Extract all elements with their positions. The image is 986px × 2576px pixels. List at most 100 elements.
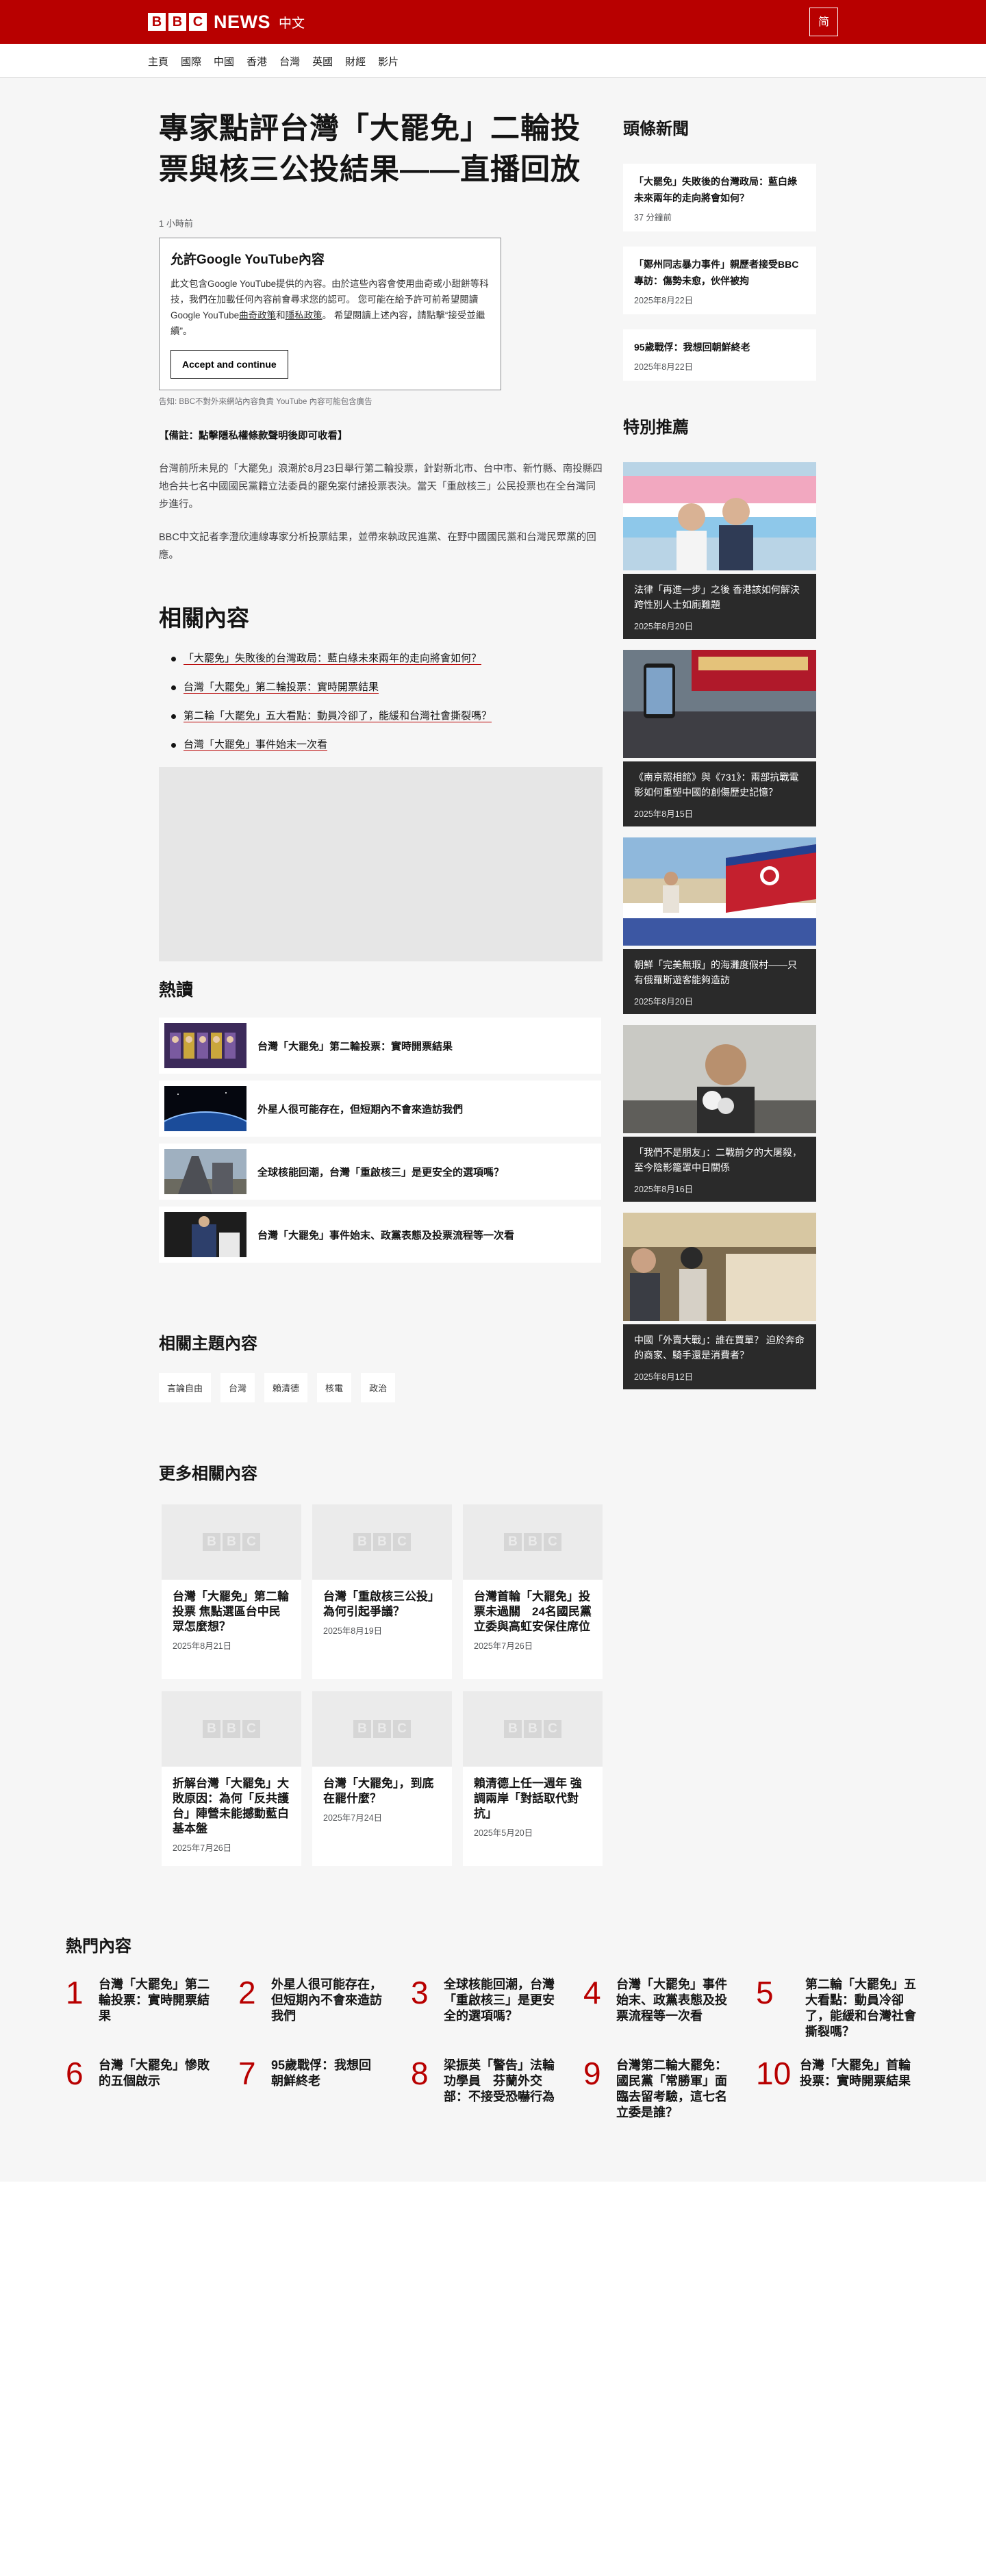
hot-thumb-voting — [164, 1212, 246, 1257]
featured-image-cinema — [623, 650, 816, 758]
nav-item-uk[interactable]: 英國 — [312, 54, 333, 68]
hot-item-2[interactable]: 外星人很可能存在，但短期內不會來造訪我們 — [159, 1081, 601, 1137]
most-read-section: 熱門內容 1 台灣「大罷免」第二輪投票：實時開票結果 2 外星人很可能存在，但短期內… — [66, 1932, 920, 2121]
top-story-title: 95歲戰俘：我想回朝鮮終老 — [634, 342, 750, 353]
card-date: 2025年7月26日 — [173, 1843, 232, 1853]
related-link-3[interactable]: 第二輪「大罷免」五大看點：動員冷卻了，能緩和台灣社會撕裂嗎？ — [184, 710, 492, 722]
featured-date: 2025年8月16日 — [634, 1185, 694, 1194]
card-date: 2025年7月26日 — [474, 1641, 533, 1651]
top-stories-title: 頭條新聞 — [623, 120, 689, 138]
most-read-rank: 7 — [238, 2056, 256, 2091]
article-paragraph-1: 台灣前所未見的「大罷免」浪潮於8月23日舉行第二輪投票，針對新北市、台中市、新竹… — [159, 464, 603, 510]
most-read-rank: 10 — [756, 2056, 792, 2091]
featured-item-1[interactable]: 法律「再進一步」之後 香港該如何解決跨性別人士如廁難題 2025年8月20日 — [623, 462, 816, 639]
hot-thumb-ballots — [164, 1023, 246, 1068]
article-note: 【備註：點擊隱私權條款聲明後即可收看】 — [159, 431, 348, 442]
most-read-item-4[interactable]: 4 台灣「大罷免」事件始末、政黨表態及投票流程等一次看 — [583, 1977, 756, 2040]
featured-title: 特別推薦 — [623, 418, 689, 437]
cookie-policy-link[interactable]: 曲奇政策 — [239, 310, 276, 320]
most-read-item-8[interactable]: 8 梁振英「警告」法輪功學員 芬蘭外交部：不接受恐嚇行為 — [411, 2058, 583, 2121]
related-content-title: 相關內容 — [159, 605, 249, 631]
card-date: 2025年7月24日 — [323, 1813, 383, 1823]
featured-item-3[interactable]: 朝鮮「完美無瑕」的海灘度假村——只有俄羅斯遊客能夠造訪 2025年8月20日 — [623, 837, 816, 1014]
topic-chips: 言論自由 台灣 賴清德 核電 政治 — [159, 1373, 603, 1402]
featured-text: 「我們不是朋友」：二戰前夕的大屠殺，至今陰影籠罩中日關係 — [634, 1147, 802, 1173]
most-read-text: 第二輪「大罷免」五大看點：動員冷卻了，能緩和台灣社會撕裂嗎？ — [805, 1978, 916, 2038]
related-card-2[interactable]: BBC 台灣「重啟核三公投」為何引起爭議？ 2025年8月19日 — [312, 1504, 452, 1679]
related-item: 台灣「大罷免」事件始末一次看 — [171, 738, 603, 752]
featured-list: 法律「再進一步」之後 香港該如何解決跨性別人士如廁難題 2025年8月20日 《… — [623, 462, 816, 1389]
top-story-1[interactable]: 「大罷免」失敗後的台灣政局：藍白綠未來兩年的走向將會如何？ 37 分鐘前 — [623, 164, 816, 231]
accept-continue-button[interactable]: Accept and continue — [170, 350, 288, 379]
nav-item-home[interactable]: 主頁 — [148, 54, 168, 68]
bbc-placeholder-image: BBC — [312, 1504, 452, 1580]
youtube-consent-box: 允許Google YouTube內容 此文包含Google YouTube提供的… — [159, 238, 501, 390]
related-card-3[interactable]: BBC 台灣首輪「大罷免」投票未過關 24名國民黨立委與高虹安保住席位 2025年… — [463, 1504, 603, 1679]
related-item: 「大罷免」失敗後的台灣政局：藍白綠未來兩年的走向將會如何？ — [171, 652, 603, 666]
card-date: 2025年8月21日 — [173, 1641, 232, 1651]
most-read-item-5[interactable]: 5 第二輪「大罷免」五大看點：動員冷卻了，能緩和台灣社會撕裂嗎？ — [756, 1977, 928, 2040]
featured-date: 2025年8月20日 — [634, 997, 694, 1007]
related-link-1[interactable]: 「大罷免」失敗後的台灣政局：藍白綠未來兩年的走向將會如何？ — [184, 653, 482, 665]
topic-chip-lai-ching-te[interactable]: 賴清德 — [264, 1373, 308, 1402]
related-card-5[interactable]: BBC 台灣「大罷免」，到底在罷什麼？ 2025年7月24日 — [312, 1691, 452, 1866]
featured-item-4[interactable]: 「我們不是朋友」：二戰前夕的大屠殺，至今陰影籠罩中日關係 2025年8月16日 — [623, 1025, 816, 1202]
most-read-item-6[interactable]: 6 台灣「大罷免」慘敗的五個啟示 — [66, 2058, 238, 2121]
top-header: B B C NEWS 中文 简 — [0, 0, 986, 44]
most-read-item-10[interactable]: 10 台灣「大罷免」首輪投票：實時開票結果 — [756, 2058, 928, 2121]
topic-chip-taiwan[interactable]: 台灣 — [220, 1373, 255, 1402]
related-item: 第二輪「大罷免」五大看點：動員冷卻了，能緩和台灣社會撕裂嗎？ — [171, 709, 603, 723]
hot-item-1[interactable]: 台灣「大罷免」第二輪投票：實時開票結果 — [159, 1018, 601, 1074]
topic-chip-free-speech[interactable]: 言論自由 — [159, 1373, 212, 1402]
nav-item-taiwan[interactable]: 台灣 — [279, 54, 300, 68]
nav-item-international[interactable]: 國際 — [181, 54, 201, 68]
bbc-logo[interactable]: B B C — [148, 13, 207, 31]
related-card-6[interactable]: BBC 賴清德上任一週年 強調兩岸「對話取代對抗」 2025年5月20日 — [463, 1691, 603, 1866]
article-headline: 專家點評台灣「大罷免」二輪投票與核三公投結果——直播回放 — [159, 112, 581, 186]
top-story-title: 「大罷免」失敗後的台灣政局：藍白綠未來兩年的走向將會如何？ — [634, 176, 797, 203]
nav-item-hongkong[interactable]: 香港 — [246, 54, 267, 68]
nav-item-business[interactable]: 財經 — [345, 54, 366, 68]
youtube-consent-text: 此文包含Google YouTube提供的內容。由於這些內容會使用曲奇或小甜餅等… — [170, 276, 490, 339]
featured-text: 《南京照相館》與《731》：兩部抗戰電影如何重塑中國的創傷歷史記憶？ — [634, 772, 799, 798]
card-date: 2025年5月20日 — [474, 1828, 533, 1838]
most-read-rank: 6 — [66, 2056, 84, 2091]
related-card-4[interactable]: BBC 折解台灣「大罷免」大敗原因：為何「反共護台」陣營未能撼動藍白基本盤 202… — [162, 1691, 301, 1866]
most-read-text: 95歲戰俘：我想回朝鮮終老 — [271, 2058, 372, 2088]
most-read-item-7[interactable]: 7 95歲戰俘：我想回朝鮮終老 — [238, 2058, 411, 2121]
featured-caption: 中國「外賣大戰」：誰在買單？ 迫於奔命的商家、騎手還是消費者？ 2025年8月1… — [623, 1324, 816, 1389]
top-story-3[interactable]: 95歲戰俘：我想回朝鮮終老 2025年8月22日 — [623, 329, 816, 381]
card-title: 台灣「重啟核三公投」為何引起爭議？ — [323, 1590, 440, 1618]
privacy-policy-link[interactable]: 隱私政策 — [286, 310, 323, 320]
topic-chip-nuclear[interactable]: 核電 — [317, 1373, 352, 1402]
related-link-4[interactable]: 台灣「大罷免」事件始末一次看 — [184, 739, 328, 751]
featured-item-5[interactable]: 中國「外賣大戰」：誰在買單？ 迫於奔命的商家、騎手還是消費者？ 2025年8月1… — [623, 1213, 816, 1389]
most-read-item-1[interactable]: 1 台灣「大罷免」第二輪投票：實時開票結果 — [66, 1977, 238, 2040]
top-story-2[interactable]: 「鄭州同志暴力事件」親歷者接受BBC專訪：傷勢未愈，伙伴被拘 2025年8月22… — [623, 247, 816, 314]
related-link-2[interactable]: 台灣「大罷免」第二輪投票：實時開票結果 — [184, 681, 379, 694]
most-read-text: 梁振英「警告」法輪功學員 芬蘭外交部：不接受恐嚇行為 — [444, 2058, 555, 2104]
brand-language: 中文 — [279, 16, 305, 31]
nav-item-china[interactable]: 中國 — [214, 54, 234, 68]
most-read-item-2[interactable]: 2 外星人很可能存在，但短期內不會來造訪我們 — [238, 1977, 411, 2040]
card-title: 台灣首輪「大罷免」投票未過關 24名國民黨立委與高虹安保住席位 — [474, 1590, 592, 1633]
card-title: 台灣「大罷免」第二輪投票 焦點選區台中民眾怎麼想？ — [173, 1590, 289, 1633]
hot-item-4[interactable]: 台灣「大罷免」事件始末、政黨表態及投票流程等一次看 — [159, 1207, 601, 1263]
featured-date: 2025年8月15日 — [634, 809, 694, 819]
related-card-1[interactable]: BBC 台灣「大罷免」第二輪投票 焦點選區台中民眾怎麼想？ 2025年8月21日 — [162, 1504, 301, 1679]
youtube-consent-and: 和 — [276, 310, 286, 320]
sidebar: 頭條新聞 「大罷免」失敗後的台灣政局：藍白綠未來兩年的走向將會如何？ 37 分鐘… — [623, 79, 816, 1389]
featured-caption: 法律「再進一步」之後 香港該如何解決跨性別人士如廁難題 2025年8月20日 — [623, 574, 816, 639]
featured-item-2[interactable]: 《南京照相館》與《731》：兩部抗戰電影如何重塑中國的創傷歷史記憶？ 2025年… — [623, 650, 816, 826]
hot-item-3[interactable]: 全球核能回潮，台灣「重啟核三」是更安全的選項嗎？ — [159, 1144, 601, 1200]
bbc-placeholder-image: BBC — [463, 1691, 603, 1767]
featured-text: 法律「再進一步」之後 香港該如何解決跨性別人士如廁難題 — [634, 584, 800, 610]
simplified-script-toggle[interactable]: 简 — [809, 8, 838, 36]
nav-item-video[interactable]: 影片 — [378, 54, 399, 68]
topic-chip-politics[interactable]: 政治 — [361, 1373, 396, 1402]
most-read-item-9[interactable]: 9 台灣第二輪大罷免：國民黨「常勝軍」面臨去留考驗，這七名立委是誰？ — [583, 2058, 756, 2121]
youtube-consent-title: 允許Google YouTube內容 — [170, 253, 325, 267]
most-read-title: 熱門內容 — [66, 1937, 131, 1956]
most-read-rank: 4 — [583, 1975, 601, 2010]
most-read-item-3[interactable]: 3 全球核能回潮，台灣「重啟核三」是更安全的選項嗎？ — [411, 1977, 583, 2040]
